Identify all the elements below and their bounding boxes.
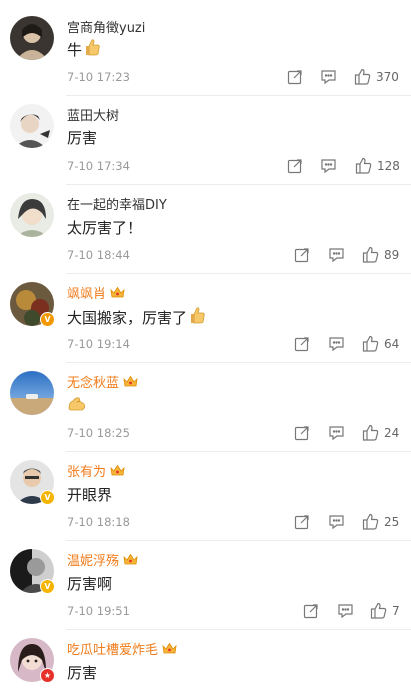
comment-text: 大国搬家，厉害了 xyxy=(67,306,206,328)
comment-author[interactable]: 吃瓜吐槽爱炸毛 xyxy=(67,639,177,658)
share-icon xyxy=(294,425,310,441)
share-button[interactable] xyxy=(294,514,310,530)
divider xyxy=(66,451,411,452)
share-button[interactable] xyxy=(294,425,310,441)
like-button[interactable]: 89 xyxy=(362,246,399,263)
thumbs-up-icon xyxy=(362,335,379,352)
comment-button[interactable] xyxy=(320,69,337,85)
comment-icon xyxy=(320,69,337,85)
share-button[interactable] xyxy=(294,247,310,263)
divider xyxy=(66,273,411,274)
comment-author[interactable]: 宫商角徵yuzi xyxy=(67,17,145,36)
comment-time: 7-10 19:14 xyxy=(67,337,130,351)
share-button[interactable] xyxy=(294,336,310,352)
divider xyxy=(66,629,411,630)
like-count: 89 xyxy=(384,247,400,262)
like-button[interactable]: 64 xyxy=(362,335,399,352)
thumbs-up-icon xyxy=(362,513,379,530)
star-badge-icon: ★ xyxy=(40,668,55,683)
share-icon xyxy=(287,69,303,85)
divider xyxy=(66,362,411,363)
like-count: 7 xyxy=(392,603,400,618)
comment-author[interactable]: 蓝田大树 xyxy=(67,105,119,124)
share-icon xyxy=(294,336,310,352)
like-count: 25 xyxy=(384,514,400,529)
comment-button[interactable] xyxy=(328,336,345,352)
like-button[interactable]: 25 xyxy=(362,513,399,530)
avatar[interactable] xyxy=(10,371,54,415)
like-button[interactable]: 370 xyxy=(354,68,399,85)
comment-icon xyxy=(328,336,345,352)
comment-time: 7-10 17:23 xyxy=(67,70,130,84)
comment-time: 7-10 18:18 xyxy=(67,515,130,529)
verified-badge-icon: V xyxy=(40,579,55,594)
vip-crown-icon xyxy=(123,375,138,388)
share-icon xyxy=(294,247,310,263)
comment-text xyxy=(67,394,87,416)
comment-icon xyxy=(320,158,337,174)
avatar[interactable] xyxy=(10,193,54,237)
vip-crown-icon xyxy=(162,642,177,655)
comment-button[interactable] xyxy=(337,603,354,619)
share-icon xyxy=(303,603,319,619)
thumbs-up-icon xyxy=(354,68,371,85)
vip-crown-icon xyxy=(123,553,138,566)
comment-time: 7-10 18:25 xyxy=(67,426,130,440)
comment-text: 厉害 xyxy=(67,129,98,147)
verified-badge-icon: V xyxy=(40,312,55,327)
like-button[interactable]: 128 xyxy=(355,157,400,174)
divider xyxy=(66,184,411,185)
thumbs-up-icon xyxy=(362,246,379,263)
comment-icon xyxy=(337,603,354,619)
comment-text: 牛 xyxy=(67,38,101,60)
divider xyxy=(66,540,411,541)
comment-author[interactable]: 温妮浮殇 xyxy=(67,550,138,569)
comment-icon xyxy=(328,247,345,263)
flexed-biceps-emoji-icon xyxy=(67,394,87,416)
comment-button[interactable] xyxy=(328,514,345,530)
vip-crown-icon xyxy=(110,464,125,477)
comment-text: 厉害啊 xyxy=(67,575,113,593)
share-button[interactable] xyxy=(287,158,303,174)
share-button[interactable] xyxy=(287,69,303,85)
avatar[interactable] xyxy=(10,16,54,60)
like-count: 370 xyxy=(376,69,399,84)
like-count: 64 xyxy=(384,336,400,351)
share-icon xyxy=(294,514,310,530)
thumbs-up-icon xyxy=(370,602,387,619)
like-button[interactable]: 24 xyxy=(362,424,399,441)
comment-button[interactable] xyxy=(328,247,345,263)
like-button[interactable]: 7 xyxy=(370,602,400,619)
comment-author[interactable]: 在一起的幸福DIY xyxy=(67,194,167,213)
share-button[interactable] xyxy=(303,603,319,619)
thumbs-up-icon xyxy=(355,157,372,174)
thumbs-up-icon xyxy=(362,424,379,441)
divider xyxy=(66,95,411,96)
comment-button[interactable] xyxy=(320,158,337,174)
thumbs-up-emoji-icon xyxy=(85,38,101,60)
vip-crown-icon xyxy=(110,286,125,299)
comment-button[interactable] xyxy=(328,425,345,441)
comment-time: 7-10 18:44 xyxy=(67,248,130,262)
comment-time: 7-10 17:34 xyxy=(67,159,130,173)
comment-author[interactable]: 飒飒肖 xyxy=(67,283,125,302)
comment-author[interactable]: 张有为 xyxy=(67,461,125,480)
comment-author[interactable]: 无念秋蓝 xyxy=(67,372,138,391)
comment-text: 太厉害了！ xyxy=(67,219,143,237)
comment-text: 厉害 xyxy=(67,664,98,682)
like-count: 128 xyxy=(377,158,400,173)
share-icon xyxy=(287,158,303,174)
comment-icon xyxy=(328,514,345,530)
like-count: 24 xyxy=(384,425,400,440)
comment-icon xyxy=(328,425,345,441)
avatar[interactable] xyxy=(10,104,54,148)
verified-badge-icon: V xyxy=(40,490,55,505)
thumbs-up-emoji-icon xyxy=(190,306,206,328)
comment-text: 开眼界 xyxy=(67,486,113,504)
comment-time: 7-10 19:51 xyxy=(67,604,130,618)
